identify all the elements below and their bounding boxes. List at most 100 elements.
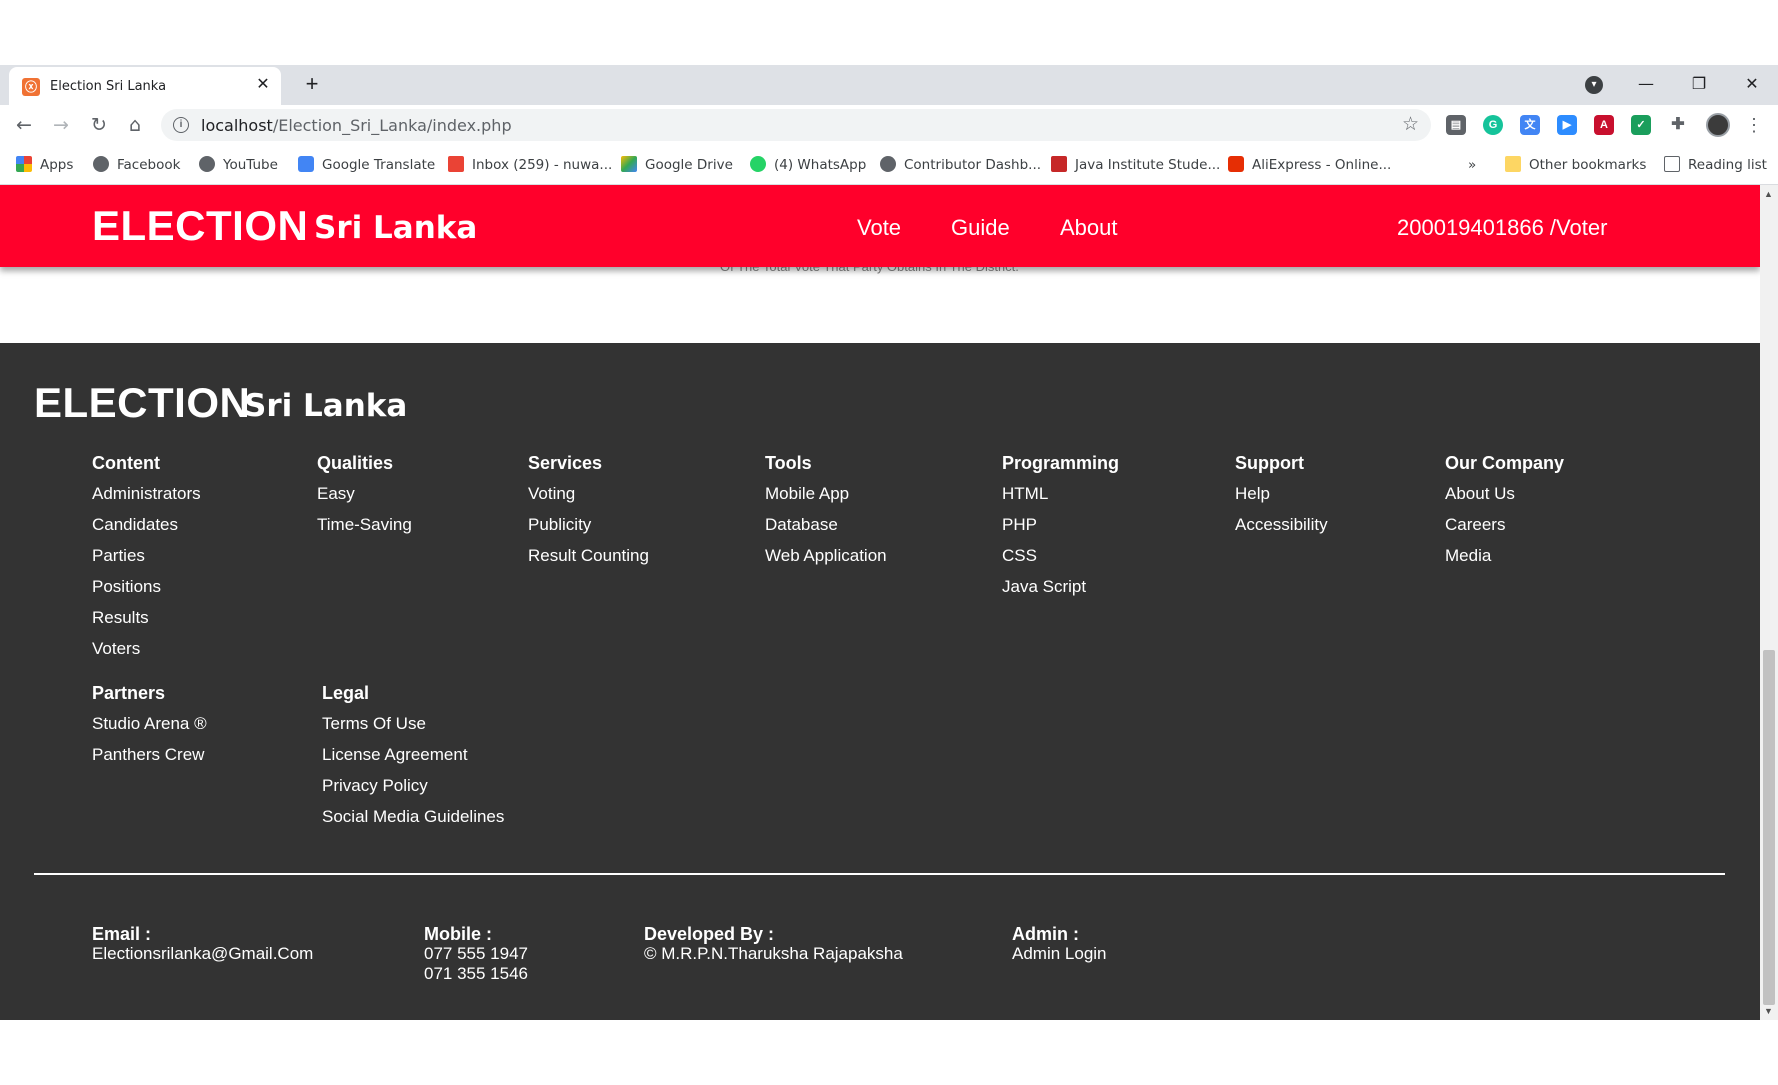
- forward-icon[interactable]: →: [48, 112, 74, 138]
- contact-developer: Developed By : © M.R.P.N.Tharuksha Rajap…: [644, 924, 903, 964]
- tab-search-icon[interactable]: ▾: [1585, 76, 1603, 94]
- tab-title: Election Sri Lanka: [50, 79, 167, 94]
- footer-col-title: Content: [92, 453, 160, 473]
- bookmark-apps[interactable]: Apps: [16, 155, 73, 175]
- site-logo-main[interactable]: ELECTION: [92, 202, 308, 250]
- reader-extension-icon[interactable]: ▤: [1446, 115, 1466, 135]
- contact-email: Email : Electionsrilanka@Gmail.Com: [92, 924, 313, 964]
- footer-link-mobile-app[interactable]: Mobile App: [765, 484, 887, 515]
- info-icon[interactable]: i: [173, 117, 189, 133]
- footer-col-title: Our Company: [1445, 453, 1565, 473]
- mobile-label: Mobile :: [424, 924, 492, 944]
- nav-vote[interactable]: Vote: [857, 215, 901, 241]
- footer-link-css[interactable]: CSS: [1002, 546, 1119, 577]
- extensions-puzzle-icon[interactable]: ✚: [1668, 115, 1688, 135]
- grammarly-icon[interactable]: G: [1483, 115, 1503, 135]
- globe-icon: [93, 156, 109, 172]
- other-bookmarks[interactable]: Other bookmarks: [1505, 155, 1646, 175]
- footer-link-java-script[interactable]: Java Script: [1002, 577, 1119, 608]
- footer-col-services: Services Voting Publicity Result Countin…: [528, 453, 649, 577]
- footer-link-php[interactable]: PHP: [1002, 515, 1119, 546]
- page-scrollbar[interactable]: ▲ ▼: [1760, 185, 1778, 1020]
- reload-icon[interactable]: ↻: [86, 112, 112, 138]
- zoom-extension-icon[interactable]: ▶: [1557, 115, 1577, 135]
- bookmark-aliexpress[interactable]: AliExpress - Online...: [1228, 155, 1391, 175]
- pdf-extension-icon[interactable]: A: [1594, 115, 1614, 135]
- minimize-icon[interactable]: —: [1626, 71, 1666, 97]
- browser-toolbar: ← → ↻ ⌂ i localhost/Election_Sri_Lanka/i…: [0, 105, 1778, 145]
- email-value[interactable]: Electionsrilanka@Gmail.Com: [92, 944, 313, 964]
- close-window-icon[interactable]: ✕: [1732, 71, 1772, 97]
- admin-login-link[interactable]: Admin Login: [1012, 944, 1107, 964]
- footer-link-accessibility[interactable]: Accessibility: [1235, 515, 1328, 546]
- footer-link-parties[interactable]: Parties: [92, 546, 201, 577]
- footer-link-voting[interactable]: Voting: [528, 484, 649, 515]
- reading-list[interactable]: Reading list: [1664, 155, 1767, 175]
- url-text[interactable]: localhost/Election_Sri_Lanka/index.php: [201, 116, 512, 135]
- tab-strip: ⓧ Election Sri Lanka ✕ + ▾ — ❐ ✕: [0, 65, 1778, 105]
- footer-col-tools: Tools Mobile App Database Web Applicatio…: [765, 453, 887, 577]
- bookmark-gmail[interactable]: Inbox (259) - nuwa...: [448, 155, 612, 175]
- footer-link-result-counting[interactable]: Result Counting: [528, 546, 649, 577]
- footer-link-studio-arena[interactable]: Studio Arena ®: [92, 714, 207, 745]
- site-logo-sub[interactable]: Sri Lanka: [314, 210, 477, 246]
- bookmark-whatsapp[interactable]: (4) WhatsApp: [750, 155, 866, 175]
- developer-label: Developed By :: [644, 924, 775, 944]
- scroll-down-icon[interactable]: ▼: [1764, 1006, 1773, 1016]
- footer-col-our-company: Our Company About Us Careers Media: [1445, 453, 1564, 577]
- bookmark-youtube[interactable]: YouTube: [199, 155, 278, 175]
- footer-link-database[interactable]: Database: [765, 515, 887, 546]
- footer-col-title: Partners: [92, 683, 166, 703]
- scroll-up-icon[interactable]: ▲: [1764, 189, 1773, 199]
- browser-tab[interactable]: ⓧ Election Sri Lanka ✕: [9, 67, 281, 105]
- bookmark-java-institute[interactable]: Java Institute Stude...: [1051, 155, 1220, 175]
- footer-link-panthers-crew[interactable]: Panthers Crew: [92, 745, 207, 776]
- footer-link-help[interactable]: Help: [1235, 484, 1328, 515]
- new-tab-icon[interactable]: +: [300, 72, 324, 96]
- bookmarks-bar: Apps Facebook YouTube Google Translate I…: [0, 145, 1778, 185]
- footer-link-html[interactable]: HTML: [1002, 484, 1119, 515]
- scrollbar-thumb[interactable]: [1763, 650, 1775, 1005]
- address-bar[interactable]: i localhost/Election_Sri_Lanka/index.php…: [161, 109, 1431, 141]
- bookmarks-overflow-icon[interactable]: »: [1468, 155, 1476, 175]
- footer-link-easy[interactable]: Easy: [317, 484, 412, 515]
- home-icon[interactable]: ⌂: [122, 112, 148, 138]
- footer-link-candidates[interactable]: Candidates: [92, 515, 201, 546]
- footer-link-web-application[interactable]: Web Application: [765, 546, 887, 577]
- footer-link-administrators[interactable]: Administrators: [92, 484, 201, 515]
- footer-col-title: Legal: [322, 683, 370, 703]
- footer-link-terms-of-use[interactable]: Terms Of Use: [322, 714, 504, 745]
- bookmark-star-icon[interactable]: ☆: [1402, 113, 1419, 136]
- profile-avatar[interactable]: [1706, 113, 1730, 137]
- nav-about[interactable]: About: [1060, 215, 1118, 241]
- footer-link-time-saving[interactable]: Time-Saving: [317, 515, 412, 546]
- restore-icon[interactable]: ❐: [1679, 71, 1719, 97]
- bookmark-google-translate[interactable]: Google Translate: [298, 155, 435, 175]
- back-icon[interactable]: ←: [11, 112, 37, 138]
- bookmark-facebook[interactable]: Facebook: [93, 155, 180, 175]
- footer-link-publicity[interactable]: Publicity: [528, 515, 649, 546]
- footer-col-qualities: Qualities Easy Time-Saving: [317, 453, 412, 546]
- browser-menu-icon[interactable]: ⋮: [1744, 112, 1764, 138]
- nav-guide[interactable]: Guide: [951, 215, 1010, 241]
- footer-link-social-media-guidelines[interactable]: Social Media Guidelines: [322, 807, 504, 838]
- mobile-value-1: 077 555 1947: [424, 944, 528, 963]
- footer-col-title: Programming: [1002, 453, 1120, 473]
- footer-link-media[interactable]: Media: [1445, 546, 1564, 577]
- shield-extension-icon[interactable]: ✓: [1631, 115, 1651, 135]
- footer-link-privacy-policy[interactable]: Privacy Policy: [322, 776, 504, 807]
- footer-link-license-agreement[interactable]: License Agreement: [322, 745, 504, 776]
- footer-link-about-us[interactable]: About Us: [1445, 484, 1564, 515]
- reading-list-icon: [1664, 156, 1680, 172]
- bookmark-contributor[interactable]: Contributor Dashb...: [880, 155, 1041, 175]
- footer-link-voters[interactable]: Voters: [92, 639, 201, 670]
- close-tab-icon[interactable]: ✕: [253, 75, 273, 95]
- footer-link-careers[interactable]: Careers: [1445, 515, 1564, 546]
- bookmark-google-drive[interactable]: Google Drive: [621, 155, 733, 175]
- footer-link-results[interactable]: Results: [92, 608, 201, 639]
- footer-link-positions[interactable]: Positions: [92, 577, 201, 608]
- voter-id[interactable]: 200019401866 /Voter: [1397, 215, 1607, 241]
- contact-admin: Admin : Admin Login: [1012, 924, 1107, 964]
- translate-extension-icon[interactable]: 文: [1520, 115, 1540, 135]
- page-viewport: ELECTION Sri Lanka Vote Guide About 2000…: [0, 185, 1760, 1020]
